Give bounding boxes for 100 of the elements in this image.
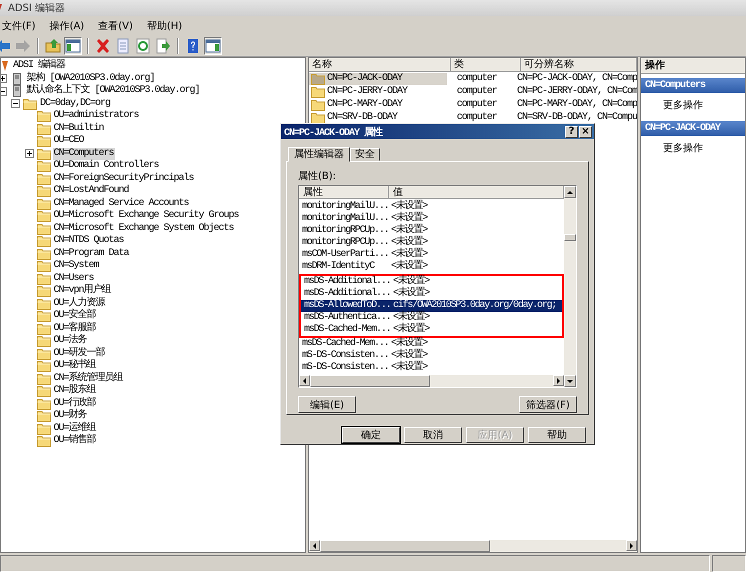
close-button[interactable]: × <box>579 126 592 138</box>
tree-item[interactable]: 架构 [OWA2010SP3.0day.org] <box>26 72 156 85</box>
tree-item[interactable]: OU=秘书组 <box>52 360 97 372</box>
attribute-row[interactable]: msDS-Additional... <未设置> <box>301 276 562 288</box>
tree-item[interactable]: CN=Program Data <box>52 248 130 260</box>
tree-item[interactable]: OU=安全部 <box>52 310 97 322</box>
section-header[interactable]: CN=PC-JACK-ODAY <box>641 121 745 136</box>
tree-item[interactable]: CN=ForeignSecurityPrincipals <box>52 172 195 185</box>
tree-item[interactable]: OU=Microsoft Exchange Security Groups <box>52 210 240 222</box>
column-header[interactable]: 名称 <box>309 58 451 71</box>
column-header[interactable]: 值 <box>389 186 564 199</box>
edit-button[interactable]: 编辑(E) <box>298 396 356 413</box>
tree-item[interactable]: CN=Managed Service Accounts <box>52 198 190 210</box>
tree-item[interactable]: OU=销售部 <box>52 435 97 448</box>
tree-item[interactable]: OU=财务 <box>52 410 88 422</box>
tree-item[interactable]: 默认命名上下文 [OWA2010SP3.0day.org] <box>26 85 201 98</box>
tree-item[interactable]: OU=研发一部 <box>52 348 106 360</box>
column-header[interactable]: 类 <box>451 58 521 71</box>
tree-item[interactable]: OU=人力资源 <box>52 298 106 310</box>
horizontal-scrollbar[interactable] <box>309 540 637 552</box>
refresh-button[interactable] <box>134 37 152 55</box>
menu-item[interactable]: 帮助(H) <box>146 19 182 33</box>
attribute-name: msDS-Additional... <box>303 288 390 300</box>
tree-item[interactable]: CN=Builtin <box>52 122 105 135</box>
action-link[interactable]: 更多操作 <box>641 136 703 160</box>
table-cell: CN=PC-MARY-ODAY <box>327 99 402 110</box>
tab[interactable]: 属性编辑器 <box>288 147 350 162</box>
column-header[interactable]: 可分辨名称 <box>521 58 637 71</box>
attribute-value: <未设置> <box>390 362 429 374</box>
attribute-value: <未设置> <box>390 261 429 274</box>
filter-button[interactable]: 筛选器(F) <box>519 396 577 413</box>
folder-icon <box>36 435 50 448</box>
tree-item[interactable]: OU=运维组 <box>52 422 97 435</box>
attribute-value: <未设置> <box>390 350 429 362</box>
tree-item[interactable]: OU=行政部 <box>52 398 97 410</box>
table-cell-text: computer <box>456 86 498 97</box>
tree-item[interactable]: CN=股东组 <box>52 385 97 398</box>
menu-item[interactable]: 文件(F) <box>2 19 36 33</box>
attribute-value: cifs/OWA2010SP3.0day.org/0day.org; <box>392 300 558 311</box>
attribute-row[interactable]: msDRM-IdentityC <未设置> <box>299 261 564 274</box>
tree-item[interactable]: CN=LostAndFound <box>52 185 130 198</box>
tree-item[interactable]: OU=法务 <box>52 335 88 348</box>
dialog-button[interactable]: 帮助 <box>528 427 586 443</box>
folder-icon <box>36 122 50 135</box>
attribute-row[interactable]: mS-DS-Consisten... <未设置> <box>299 362 564 374</box>
tree-item[interactable]: OU=CEO <box>52 135 85 148</box>
list-row[interactable]: CN=PC-JACK-ODAY computer CN=PC-JACK-ODAY, CN=Comp <box>309 72 637 85</box>
export-button[interactable] <box>154 37 172 55</box>
list-row[interactable]: CN=PC-MARY-ODAY computer CN=PC-MARY-ODAY, CN=Comp <box>309 98 637 111</box>
folder-icon <box>36 360 50 372</box>
folder-icon <box>36 160 50 172</box>
folder-icon <box>36 135 50 148</box>
attribute-row[interactable]: msDS-Cached-Mem... <未设置> <box>301 324 562 336</box>
tree-item[interactable]: CN=System <box>52 260 100 272</box>
list-row[interactable]: CN=SRV-DB-ODAY computer CN=SRV-DB-ODAY, CN=Compu <box>309 111 637 124</box>
folder-icon <box>36 110 50 122</box>
tree-item[interactable]: DC=0day,DC=org <box>39 98 112 110</box>
tree-item[interactable]: CN=Microsoft Exchange System Objects <box>52 222 235 235</box>
horizontal-scrollbar[interactable] <box>299 375 564 387</box>
attribute-row[interactable]: msDS-AllowedToD... cifs/OWA2010SP3.0day.org/0day.org; <box>301 300 562 312</box>
folder-icon <box>36 222 50 235</box>
tree-item[interactable]: OU=客服部 <box>52 322 97 335</box>
tree-item[interactable]: CN=系统管理员组 <box>52 372 124 385</box>
tree-item[interactable]: CN=vpn用户组 <box>52 285 112 298</box>
attribute-row[interactable]: msDS-Authentica... <未设置> <box>301 312 562 324</box>
help-button[interactable]: ? <box>565 126 578 138</box>
section-header[interactable]: CN=Computers <box>641 78 745 93</box>
tree-item[interactable]: ADSI 编辑器 <box>12 60 66 72</box>
expander-icon[interactable] <box>11 99 20 108</box>
attribute-name: msDRM-IdentityC <box>301 261 376 274</box>
folder-icon <box>36 260 50 272</box>
tab[interactable]: 安全 <box>350 148 380 161</box>
tree-item[interactable]: CN=Computers <box>52 148 115 160</box>
dialog-button[interactable]: 确定 <box>342 427 400 443</box>
menu-item[interactable]: 查看(V) <box>98 19 133 33</box>
folder-icon <box>36 248 50 260</box>
vertical-scrollbar[interactable] <box>564 186 576 387</box>
attribute-row[interactable]: msDS-Additional... <未设置> <box>301 288 562 300</box>
menu-item[interactable]: 操作(A) <box>50 19 84 33</box>
tree-item[interactable]: CN=Users <box>52 272 95 285</box>
column-header[interactable]: 属性 <box>299 186 389 199</box>
up-button[interactable] <box>44 37 62 55</box>
tree-item[interactable]: OU=administrators <box>52 110 140 122</box>
attribute-value: <未设置> <box>390 213 429 224</box>
attribute-name: monitoringMailU... <box>301 201 388 212</box>
table-cell: CN=SRV-DB-ODAY <box>327 112 398 123</box>
action-link[interactable]: 更多操作 <box>641 93 703 117</box>
attribute-value: <未设置> <box>392 276 431 287</box>
expander-icon[interactable] <box>24 149 34 158</box>
tree-toggle-button[interactable] <box>64 37 82 55</box>
folder-icon <box>36 210 50 222</box>
list-row[interactable]: CN=PC-JERRY-ODAY computer CN=PC-JERRY-ODAY, CN=Com <box>309 85 637 98</box>
attribute-name: msDS-Additional... <box>303 276 390 288</box>
delete-button[interactable] <box>94 37 112 55</box>
attribute-value: <未设置> <box>390 338 429 350</box>
pane-toggle-button[interactable] <box>204 37 222 55</box>
tree-item[interactable]: CN=NTDS Quotas <box>52 235 125 248</box>
dialog-button[interactable]: 取消 <box>404 427 462 443</box>
folder-icon <box>36 185 50 198</box>
tree-item[interactable]: OU=Domain Controllers <box>52 160 160 172</box>
